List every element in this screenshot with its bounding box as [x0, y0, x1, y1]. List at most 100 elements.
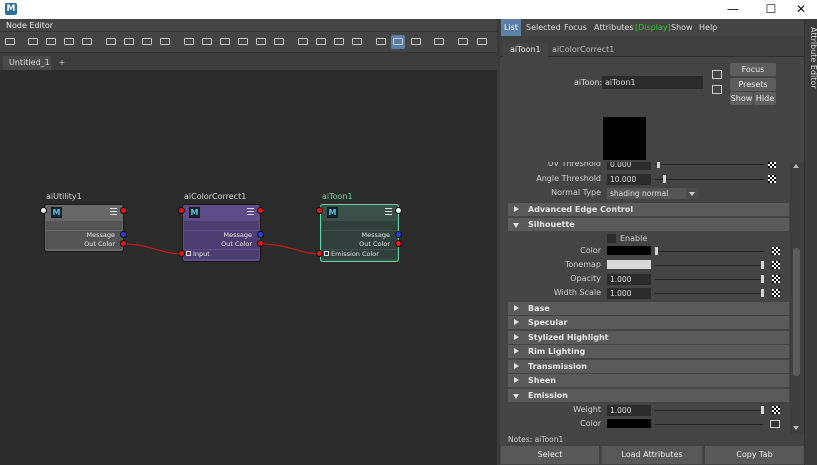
node-aiutility1[interactable]: M Message Out Color: [44, 204, 124, 252]
angle-threshold-field[interactable]: 10.000: [607, 174, 651, 185]
emission-color-slider[interactable]: [655, 424, 763, 425]
scroll-down-icon[interactable]: [793, 426, 799, 430]
node-menu-icon[interactable]: [247, 208, 254, 215]
add-tab-button[interactable]: +: [56, 56, 68, 70]
section-sheen[interactable]: Sheen: [508, 374, 789, 387]
attribute-editor-scrollbar[interactable]: [790, 162, 804, 434]
sync-selection-icon[interactable]: [409, 35, 423, 49]
emission-weight-slider[interactable]: [655, 410, 763, 411]
focus-button[interactable]: Focus: [730, 63, 776, 76]
emission-weight-map-icon[interactable]: [772, 406, 780, 414]
silhouette-tonemap-map-icon[interactable]: [772, 261, 780, 269]
out-color-port[interactable]: [120, 240, 127, 247]
section-specular[interactable]: Specular: [508, 316, 789, 329]
angle-threshold-knob[interactable]: [663, 175, 666, 183]
bookmark-icon[interactable]: [350, 35, 364, 49]
node-menu-icon[interactable]: [110, 208, 117, 215]
scroll-up-icon[interactable]: [793, 164, 799, 168]
message-port[interactable]: [120, 231, 127, 238]
settings-icon[interactable]: [456, 35, 470, 49]
silhouette-width-field[interactable]: 1.000: [607, 288, 651, 299]
angle-threshold-map-icon[interactable]: [768, 175, 776, 183]
silhouette-width-slider[interactable]: [655, 293, 763, 294]
emission-color-swatch[interactable]: [607, 419, 651, 428]
menu-show[interactable]: Show: [668, 19, 696, 36]
silhouette-color-map-icon[interactable]: [772, 247, 780, 255]
input-port[interactable]: [40, 207, 47, 214]
angle-threshold-slider[interactable]: [655, 179, 763, 180]
show-button[interactable]: Show: [730, 92, 753, 105]
silhouette-opacity-slider[interactable]: [655, 279, 763, 280]
graph-input-icon[interactable]: [3, 35, 17, 49]
full-mode-icon[interactable]: [218, 35, 232, 49]
node-name-field[interactable]: aiToon1: [602, 76, 703, 89]
output-port[interactable]: [120, 207, 127, 214]
emission-weight-knob[interactable]: [761, 406, 764, 414]
attribute-filter-icon[interactable]: [332, 35, 346, 49]
silhouette-width-map-icon[interactable]: [772, 289, 780, 297]
layout-icon[interactable]: [140, 35, 154, 49]
copy-tab-button[interactable]: Copy Tab: [705, 446, 804, 464]
node-graph-canvas[interactable]: aiUtility1 M Message Out Color aiColorCo…: [0, 70, 497, 465]
silhouette-opacity-field[interactable]: 1.000: [607, 274, 651, 285]
menu-help[interactable]: Help: [696, 19, 720, 36]
uv-threshold-slider[interactable]: [655, 164, 763, 165]
silhouette-color-swatch[interactable]: [607, 246, 651, 255]
graph-input-output-icon[interactable]: [44, 35, 58, 49]
scrollbar-thumb[interactable]: [793, 248, 800, 376]
search-icon[interactable]: [254, 35, 268, 49]
input-port[interactable]: [316, 207, 323, 214]
more-icon[interactable]: [475, 35, 489, 49]
silhouette-tonemap-knob[interactable]: [761, 261, 764, 269]
emission-weight-field[interactable]: 1.000: [607, 405, 651, 416]
snapshot-icon[interactable]: [272, 35, 286, 49]
load-attributes-button[interactable]: Load Attributes: [602, 446, 702, 464]
node-menu-icon[interactable]: [385, 208, 392, 215]
menu-attributes[interactable]: Attributes: [591, 19, 637, 36]
message-port[interactable]: [257, 231, 264, 238]
grid-snap-icon[interactable]: [374, 35, 388, 49]
graph-swap-icon[interactable]: [26, 35, 40, 49]
focus-input-icon[interactable]: [712, 70, 722, 79]
maximize-button[interactable]: ☐: [756, 0, 786, 19]
output-port[interactable]: [395, 207, 402, 214]
section-silhouette[interactable]: Silhouette: [508, 218, 789, 231]
remove-selected-icon[interactable]: [80, 35, 94, 49]
menu-selected[interactable]: Selected: [523, 19, 564, 36]
uv-threshold-field[interactable]: 0.000: [607, 162, 651, 170]
silhouette-opacity-knob[interactable]: [761, 275, 764, 283]
align-icon[interactable]: [158, 35, 172, 49]
frame-selected-icon[interactable]: [122, 35, 136, 49]
silhouette-enable-checkbox[interactable]: [607, 234, 616, 243]
focus-output-icon[interactable]: [712, 85, 722, 94]
silhouette-tonemap-slider[interactable]: [655, 265, 763, 266]
filter-icon[interactable]: [314, 35, 328, 49]
normal-type-dropdown[interactable]: shading normal: [607, 188, 698, 199]
menu-focus[interactable]: Focus: [561, 19, 590, 36]
message-port[interactable]: [395, 231, 402, 238]
node-aitoon1[interactable]: M Message Out Color Emission Color: [320, 204, 399, 262]
uv-threshold-knob[interactable]: [657, 162, 660, 168]
emission-color-connection-icon[interactable]: [770, 420, 780, 428]
section-advanced-edge-control[interactable]: Advanced Edge Control: [508, 203, 789, 216]
silhouette-opacity-map-icon[interactable]: [772, 275, 780, 283]
add-selected-icon[interactable]: [62, 35, 76, 49]
pin-icon[interactable]: [296, 35, 310, 49]
section-base[interactable]: Base: [508, 302, 789, 315]
uv-threshold-map-icon[interactable]: [768, 162, 776, 168]
section-stylized-highlight[interactable]: Stylized Highlight: [508, 331, 789, 344]
out-color-port[interactable]: [395, 240, 402, 247]
select-button[interactable]: Select: [501, 446, 599, 464]
close-button[interactable]: ✕: [786, 0, 816, 19]
section-transmission[interactable]: Transmission: [508, 360, 789, 373]
simple-mode-icon[interactable]: [182, 35, 196, 49]
presets-button[interactable]: Presets: [730, 78, 776, 91]
silhouette-width-knob[interactable]: [761, 289, 764, 297]
section-rim-lighting[interactable]: Rim Lighting: [508, 345, 789, 358]
tab-aicolorcorrect1[interactable]: aiColorCorrect1: [545, 43, 621, 57]
silhouette-tonemap-swatch[interactable]: [607, 260, 651, 269]
section-emission[interactable]: Emission: [508, 389, 789, 402]
silhouette-color-knob[interactable]: [655, 247, 658, 255]
minimize-button[interactable]: —: [718, 0, 748, 19]
lock-icon[interactable]: [432, 35, 446, 49]
